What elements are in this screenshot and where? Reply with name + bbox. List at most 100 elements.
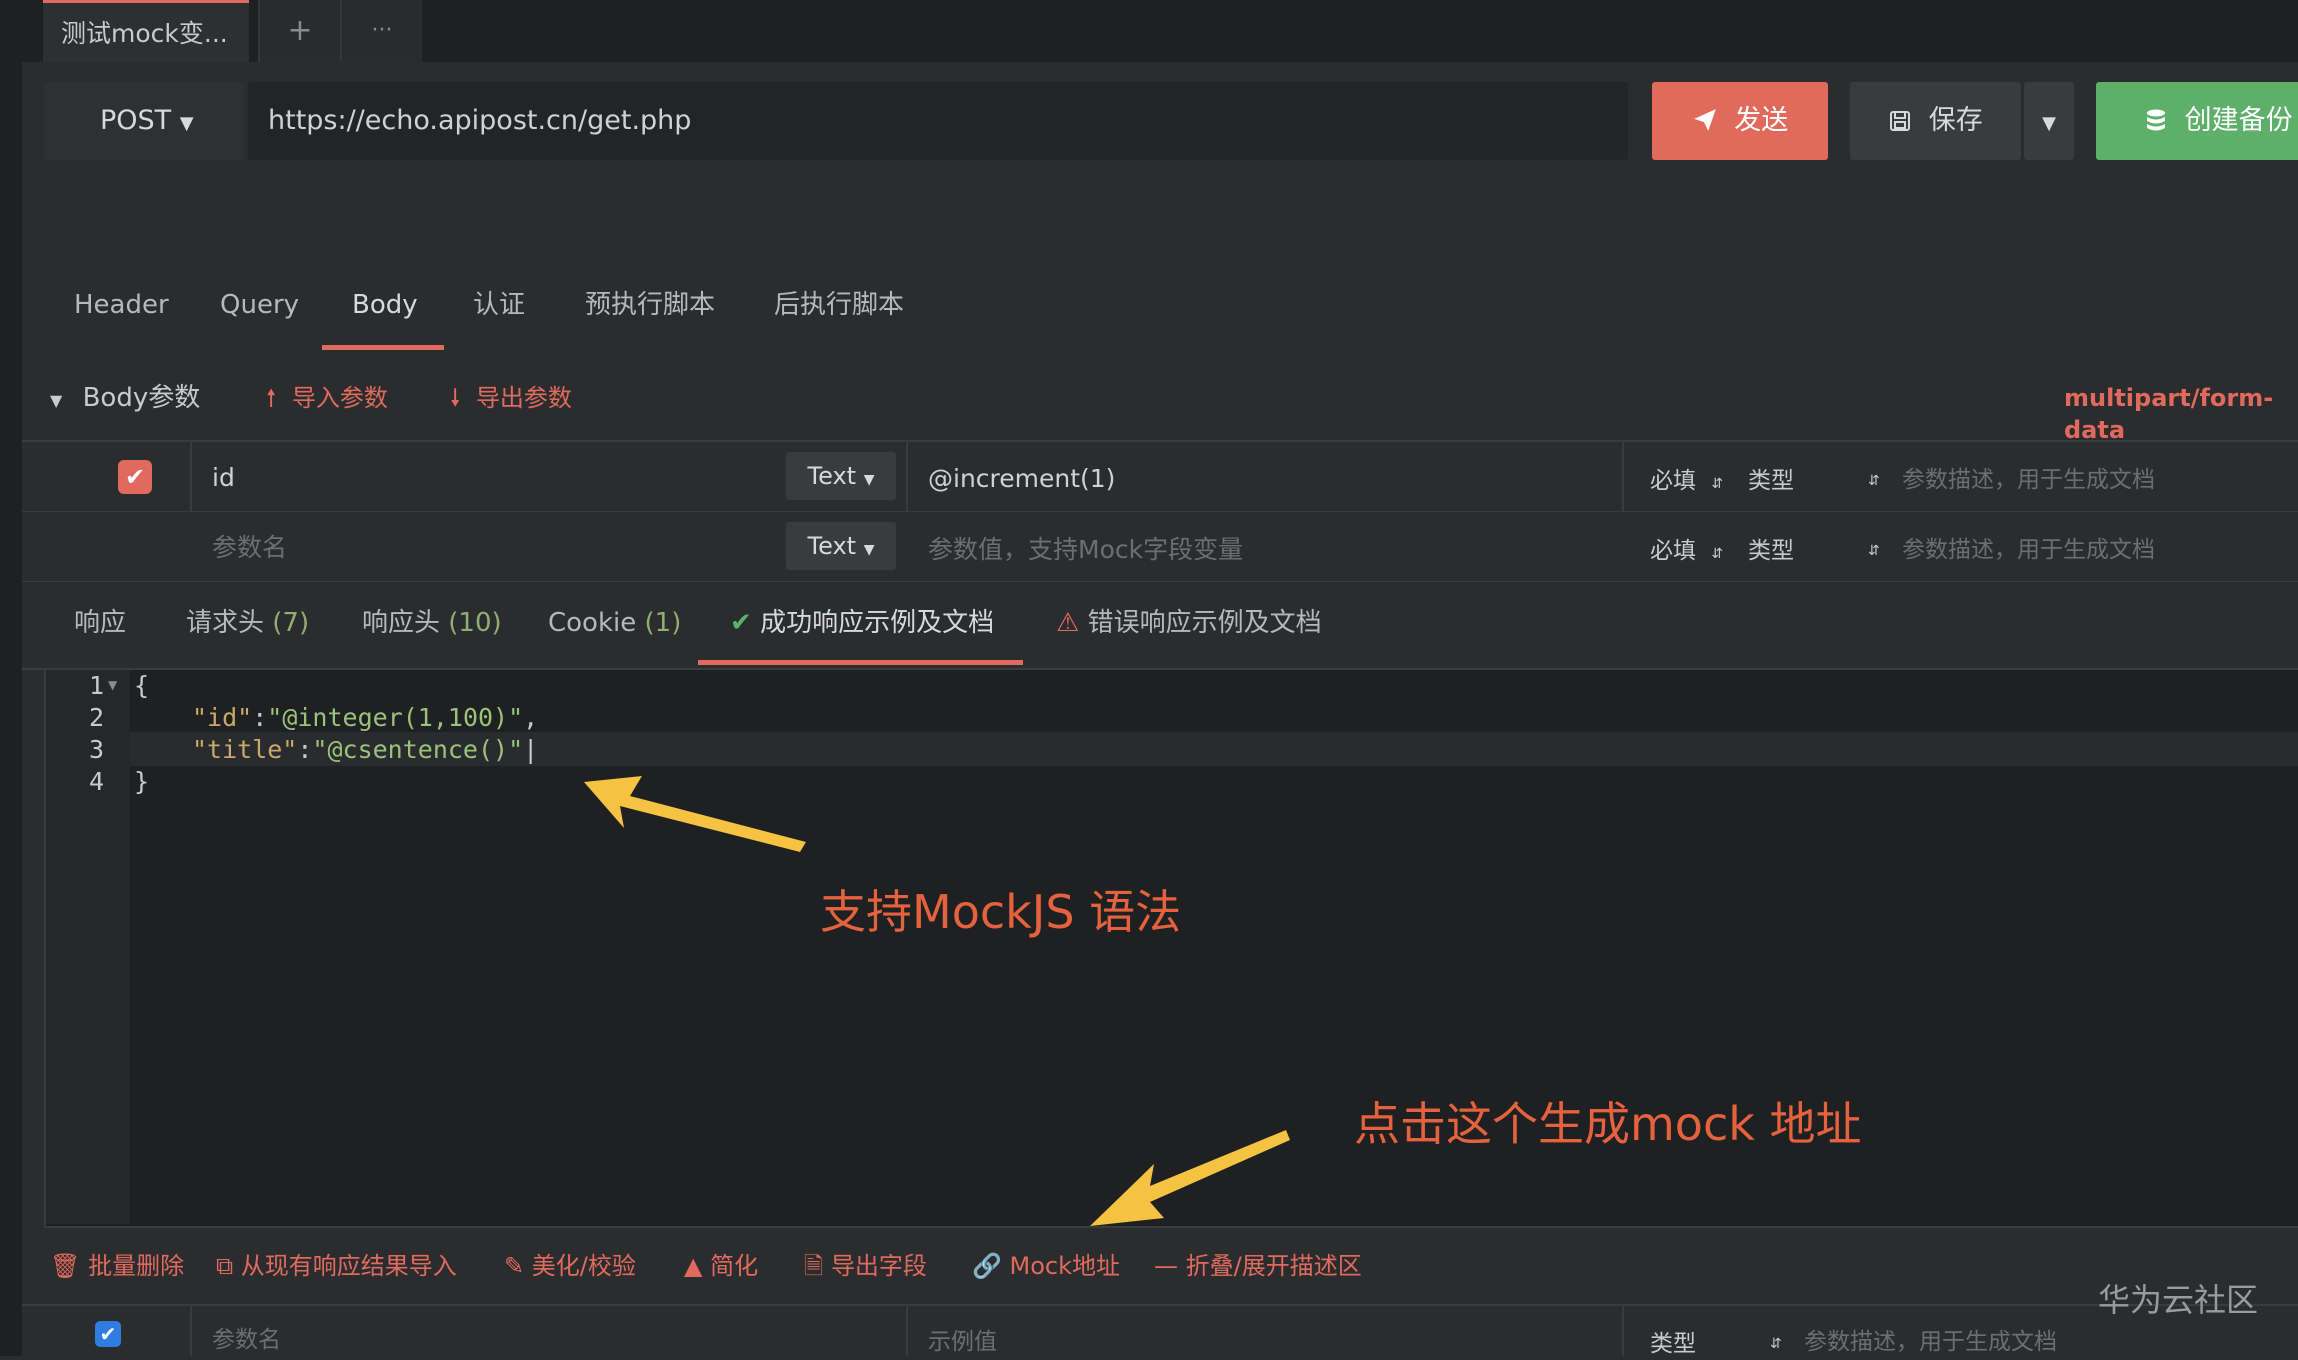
- tab-label: 请求头: [186, 608, 265, 638]
- paper-plane-icon: [1693, 109, 1716, 131]
- arrow-down-icon: 🠗: [450, 384, 461, 412]
- url-input[interactable]: https://echo.apipost.cn/get.php: [248, 82, 1628, 160]
- add-tab-button[interactable]: +: [258, 0, 340, 62]
- line-number: 1: [88, 671, 104, 700]
- exclamation-circle-icon: ⚠: [1056, 608, 1080, 638]
- body-params-toggle[interactable]: ▼ Body参数: [50, 382, 200, 417]
- mock-url-button[interactable]: 🔗 Mock地址: [972, 1250, 1120, 1282]
- annotation-arrow-icon: [1090, 1130, 1290, 1226]
- batch-delete-button[interactable]: 🗑 批量删除: [50, 1250, 184, 1282]
- tab-body[interactable]: Body: [352, 285, 418, 345]
- mock-url-label: Mock地址: [1009, 1252, 1121, 1280]
- column-divider: [190, 1306, 192, 1356]
- count-badge: (1): [644, 608, 682, 638]
- param-type-select[interactable]: Text ▼: [786, 522, 896, 570]
- request-tab[interactable]: 测试mock变...: [43, 0, 249, 62]
- code-line: {: [134, 671, 150, 700]
- json-value: "@integer(1,100)": [267, 703, 524, 732]
- count-badge: (7): [272, 608, 310, 638]
- tab-query[interactable]: Query: [220, 285, 299, 345]
- minus-icon: —: [1154, 1252, 1178, 1280]
- param-name-input[interactable]: id: [212, 462, 235, 494]
- datatype-select[interactable]: 类型: [1748, 535, 1794, 567]
- trash-icon: 🗑: [50, 1252, 81, 1280]
- watermark: 华为云社区: [2098, 1281, 2259, 1319]
- response-param-name-input[interactable]: 参数名: [212, 1324, 281, 1356]
- save-button[interactable]: 保存: [1850, 82, 2021, 160]
- import-params-button[interactable]: 🠕 导入参数: [266, 382, 388, 414]
- toggle-desc-button[interactable]: — 折叠/展开描述区: [1154, 1250, 1362, 1282]
- param-value-input[interactable]: 参数值，支持Mock字段变量: [928, 534, 1243, 566]
- line-number: 4: [88, 767, 104, 796]
- body-params-title: Body参数: [82, 383, 201, 413]
- save-label: 保存: [1928, 105, 1983, 136]
- sort-icon: ⇵: [1868, 473, 1880, 489]
- tab-label: Cookie: [548, 608, 637, 638]
- code-line: }: [134, 767, 150, 796]
- magic-wand-icon: ✎: [504, 1252, 525, 1280]
- link-icon: 🔗: [972, 1252, 1002, 1280]
- export-fields-button[interactable]: 🗎 导出字段: [804, 1250, 927, 1282]
- annotation-mockjs: 支持MockJS 语法: [820, 885, 1182, 939]
- chevron-down-icon: ▼: [2042, 113, 2056, 134]
- json-comma: ,: [523, 703, 539, 732]
- copy-icon: ⧉: [216, 1252, 234, 1280]
- active-tab-indicator: [698, 660, 1023, 665]
- tab-post-script[interactable]: 后执行脚本: [774, 285, 904, 345]
- tab-cookie[interactable]: Cookie (1): [548, 605, 681, 641]
- column-divider: [1622, 1306, 1624, 1356]
- param-type-select[interactable]: Text ▼: [786, 452, 896, 500]
- json-colon: :: [252, 703, 268, 732]
- text-cursor: |: [523, 735, 539, 764]
- tab-response[interactable]: 响应: [74, 605, 126, 641]
- content-type-select[interactable]: multipart/form-data: [2064, 382, 2298, 446]
- arrow-up-icon: 🠕: [266, 384, 277, 412]
- param-value-input[interactable]: @increment(1): [928, 463, 1115, 495]
- annotation-arrow-icon: [584, 776, 806, 852]
- send-button[interactable]: 发送: [1652, 82, 1828, 160]
- method-select[interactable]: POST ▼: [44, 82, 244, 160]
- tab-success-example[interactable]: ✔ 成功响应示例及文档: [730, 605, 994, 641]
- param-name-input[interactable]: 参数名: [212, 532, 287, 564]
- param-checkbox[interactable]: ✔: [118, 460, 152, 494]
- required-select[interactable]: 必填 ⇵: [1650, 535, 1723, 570]
- code-line: "title":"@csentence()"|: [192, 734, 538, 766]
- tab-pre-script[interactable]: 预执行脚本: [585, 285, 715, 345]
- datatype-select[interactable]: 类型: [1650, 1328, 1696, 1360]
- tab-label: 错误响应示例及文档: [1087, 608, 1322, 638]
- tab-response-headers[interactable]: 响应头 (10): [362, 605, 502, 641]
- simplify-button[interactable]: ▲ 简化: [684, 1250, 758, 1282]
- create-backup-button[interactable]: 创建备份: [2096, 82, 2298, 160]
- param-type-label: Text: [807, 532, 857, 560]
- tab-error-example[interactable]: ⚠ 错误响应示例及文档: [1056, 605, 1322, 641]
- select-all-checkbox[interactable]: ✔: [95, 1321, 121, 1347]
- json-key: "id": [192, 703, 253, 732]
- required-select[interactable]: 必填 ⇵: [1650, 465, 1723, 500]
- beautify-label: 美化/校验: [531, 1252, 636, 1280]
- toggle-desc-label: 折叠/展开描述区: [1185, 1252, 1362, 1280]
- json-value: "@csentence()": [312, 735, 524, 764]
- import-params-label: 导入参数: [291, 384, 388, 412]
- param-desc-input[interactable]: 参数描述，用于生成文档: [1902, 464, 2155, 496]
- caret-down-icon: ▼: [863, 542, 875, 558]
- tab-request-headers[interactable]: 请求头 (7): [186, 605, 309, 641]
- fold-icon[interactable]: ▼: [108, 678, 117, 692]
- save-dropdown-button[interactable]: ▼: [2024, 82, 2074, 160]
- file-icon: 🗎: [804, 1252, 824, 1280]
- tab-header[interactable]: Header: [74, 285, 169, 345]
- sitemap-icon: ▲: [684, 1252, 703, 1280]
- tab-auth[interactable]: 认证: [473, 285, 525, 345]
- datatype-select[interactable]: 类型: [1748, 465, 1794, 497]
- beautify-button[interactable]: ✎ 美化/校验: [504, 1250, 636, 1282]
- export-params-button[interactable]: 🠗 导出参数: [450, 382, 572, 414]
- line-number: 3: [88, 735, 104, 764]
- json-colon: :: [297, 735, 313, 764]
- import-from-response-button[interactable]: ⧉ 从现有响应结果导入: [216, 1250, 457, 1282]
- more-tabs-button[interactable]: ···: [340, 0, 422, 62]
- example-value-input[interactable]: 示例值: [928, 1326, 997, 1358]
- import-from-response-label: 从现有响应结果导入: [240, 1252, 457, 1280]
- response-param-desc-input[interactable]: 参数描述，用于生成文档: [1804, 1326, 2057, 1358]
- simplify-label: 简化: [710, 1252, 759, 1280]
- param-desc-input[interactable]: 参数描述，用于生成文档: [1902, 534, 2155, 566]
- required-label: 必填: [1650, 468, 1696, 494]
